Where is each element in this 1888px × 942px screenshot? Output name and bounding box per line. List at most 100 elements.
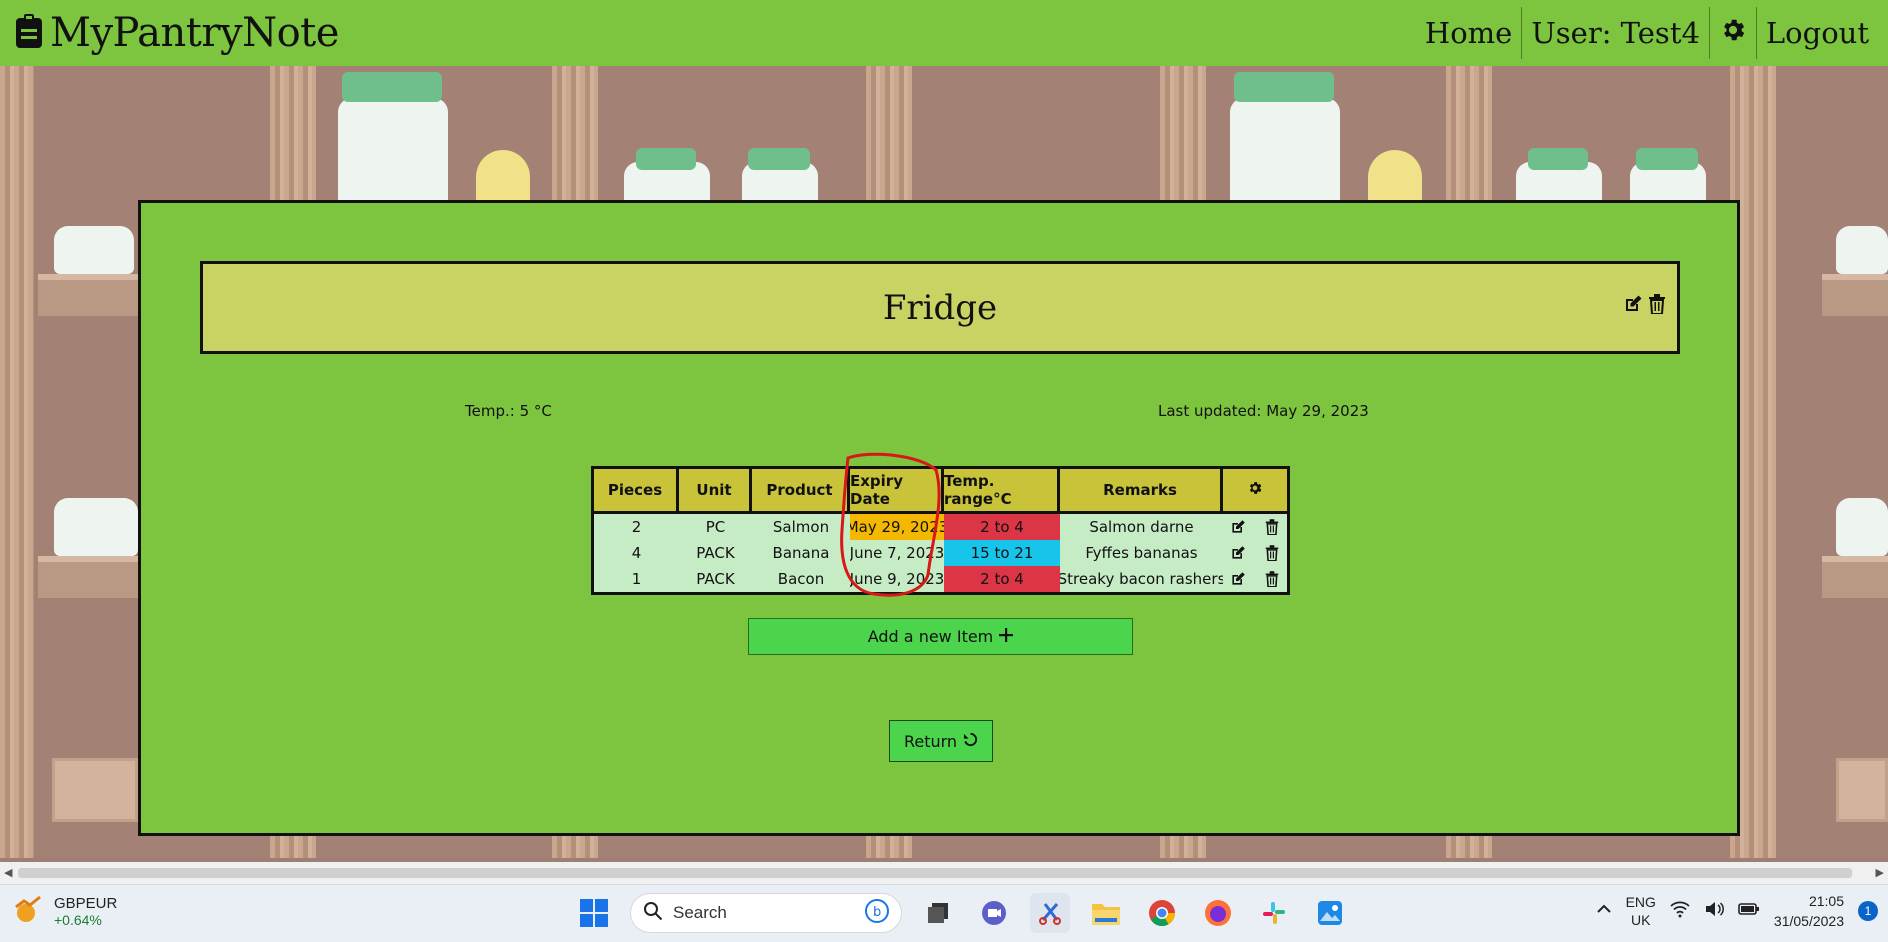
volume-icon[interactable] xyxy=(1704,900,1724,922)
notification-badge[interactable]: 1 xyxy=(1858,901,1878,921)
language-region: UK xyxy=(1631,912,1651,928)
header-temp-range: Temp. range°C xyxy=(944,469,1060,511)
edit-item-icon[interactable] xyxy=(1228,569,1248,589)
nav-settings-link[interactable] xyxy=(1710,7,1757,59)
shelf xyxy=(1822,274,1888,316)
language-indicator[interactable]: ENG UK xyxy=(1626,893,1656,929)
table-row: 2 PC Salmon May 29, 2023 2 to 4 Salmon d… xyxy=(594,514,1287,540)
jar-lid xyxy=(1234,72,1334,102)
undo-icon xyxy=(963,732,978,751)
table-row: 1 PACK Bacon June 9, 2023 2 to 4 Streaky… xyxy=(594,566,1287,592)
edit-item-icon[interactable] xyxy=(1228,543,1248,563)
cell-actions xyxy=(1223,540,1287,566)
storage-panel: Fridge Temp.: 5 °C Last updated: May 29,… xyxy=(138,200,1740,836)
taskbar-apps: Search b xyxy=(574,893,1350,933)
clipboard-icon xyxy=(16,14,42,52)
header-pieces: Pieces xyxy=(594,469,679,511)
cell-remarks: Fyffes bananas xyxy=(1085,544,1198,562)
battery-icon[interactable] xyxy=(1738,901,1760,921)
gear-icon xyxy=(1719,16,1747,51)
header-remarks: Remarks xyxy=(1060,469,1223,511)
navbar: MyPantryNote Home User: Test4 Logout xyxy=(0,0,1888,66)
ticker-widget[interactable]: GBPEUR +0.64% xyxy=(12,893,117,929)
storage-actions xyxy=(1623,294,1667,314)
storage-last-updated: Last updated: May 29, 2023 xyxy=(1158,402,1369,420)
table-header: Pieces Unit Product Expiry Date Temp. ra… xyxy=(594,469,1287,514)
cell-temp-range: 2 to 4 xyxy=(944,566,1060,592)
language-code: ENG xyxy=(1625,894,1656,910)
header-expiry-date: Expiry Date xyxy=(850,469,944,511)
taskbar-search[interactable]: Search b xyxy=(630,893,902,933)
shelf-post xyxy=(0,66,34,858)
yogurt-image xyxy=(54,498,138,556)
return-button[interactable]: Return xyxy=(889,720,993,762)
cell-actions xyxy=(1223,514,1287,540)
shelf xyxy=(38,556,138,598)
cell-product: Salmon xyxy=(772,518,830,536)
bing-icon: b xyxy=(865,899,889,927)
scrollbar-thumb[interactable] xyxy=(18,868,1852,878)
edit-storage-icon[interactable] xyxy=(1623,294,1643,314)
cell-unit: PACK xyxy=(696,570,735,588)
jar-image xyxy=(338,98,448,208)
cell-temp-range: 2 to 4 xyxy=(944,514,1060,540)
nav-user-link[interactable]: User: Test4 xyxy=(1522,7,1710,59)
egg-carton-image xyxy=(1836,226,1888,274)
file-explorer-icon[interactable] xyxy=(1086,893,1126,933)
delete-item-icon[interactable] xyxy=(1262,543,1282,563)
firefox-icon[interactable] xyxy=(1198,893,1238,933)
slack-icon[interactable] xyxy=(1254,893,1294,933)
task-view-icon[interactable] xyxy=(918,893,958,933)
cell-product: Banana xyxy=(772,544,830,562)
return-label: Return xyxy=(903,731,958,751)
header-actions xyxy=(1223,469,1287,511)
cell-expiry-date: June 7, 2023 xyxy=(850,544,944,562)
nav-logout-link[interactable]: Logout xyxy=(1757,7,1878,59)
cell-pieces: 2 xyxy=(631,518,642,536)
clock[interactable]: 21:05 31/05/2023 xyxy=(1774,891,1844,931)
teams-chat-icon[interactable] xyxy=(974,893,1014,933)
plus-icon xyxy=(999,627,1014,646)
cell-temp-range: 15 to 21 xyxy=(944,540,1060,566)
nav-home-link[interactable]: Home xyxy=(1416,7,1523,59)
storage-temperature: Temp.: 5 °C xyxy=(465,402,552,420)
delete-item-icon[interactable] xyxy=(1262,569,1282,589)
add-item-label: Add a new Item xyxy=(867,627,994,646)
add-item-button[interactable]: Add a new Item xyxy=(748,618,1133,655)
delete-item-icon[interactable] xyxy=(1262,517,1282,537)
jar-lid xyxy=(636,148,696,170)
header-product: Product xyxy=(752,469,850,511)
cell-expiry-date: June 9, 2023 xyxy=(850,570,944,588)
chevron-up-icon[interactable] xyxy=(1596,901,1612,921)
delete-storage-icon[interactable] xyxy=(1647,294,1667,314)
wifi-icon[interactable] xyxy=(1670,900,1690,922)
system-tray: ENG UK 21:05 31/05/2023 1 xyxy=(1596,891,1878,931)
clock-date: 31/05/2023 xyxy=(1773,913,1844,929)
brand[interactable]: MyPantryNote xyxy=(0,10,339,56)
ticker-change: +0.64% xyxy=(54,911,102,928)
gear-icon xyxy=(1247,480,1263,500)
horizontal-scrollbar[interactable]: ◀ ▶ xyxy=(0,862,1888,884)
jar-lid xyxy=(1636,148,1698,170)
jar-lid xyxy=(1528,148,1588,170)
chrome-icon[interactable] xyxy=(1142,893,1182,933)
cell-pieces: 4 xyxy=(631,544,642,562)
svg-text:b: b xyxy=(873,905,881,920)
scroll-left-icon[interactable]: ◀ xyxy=(4,866,12,879)
items-table: Pieces Unit Product Expiry Date Temp. ra… xyxy=(591,466,1290,595)
ticker-name: GBPEUR xyxy=(54,894,118,912)
photos-icon[interactable] xyxy=(1310,893,1350,933)
crate-image xyxy=(52,758,138,822)
header-unit: Unit xyxy=(679,469,752,511)
edit-item-icon[interactable] xyxy=(1228,517,1248,537)
egg-carton-image xyxy=(54,226,134,274)
shelf xyxy=(1822,556,1888,598)
crate-image xyxy=(1836,758,1888,822)
yogurt-image xyxy=(1836,498,1888,556)
cell-product: Bacon xyxy=(777,570,825,588)
start-button[interactable] xyxy=(574,893,614,933)
shelf xyxy=(38,274,138,316)
scroll-right-icon[interactable]: ▶ xyxy=(1876,866,1884,879)
cell-expiry-date: May 29, 2023 xyxy=(850,514,944,540)
snipping-tool-icon[interactable] xyxy=(1030,893,1070,933)
